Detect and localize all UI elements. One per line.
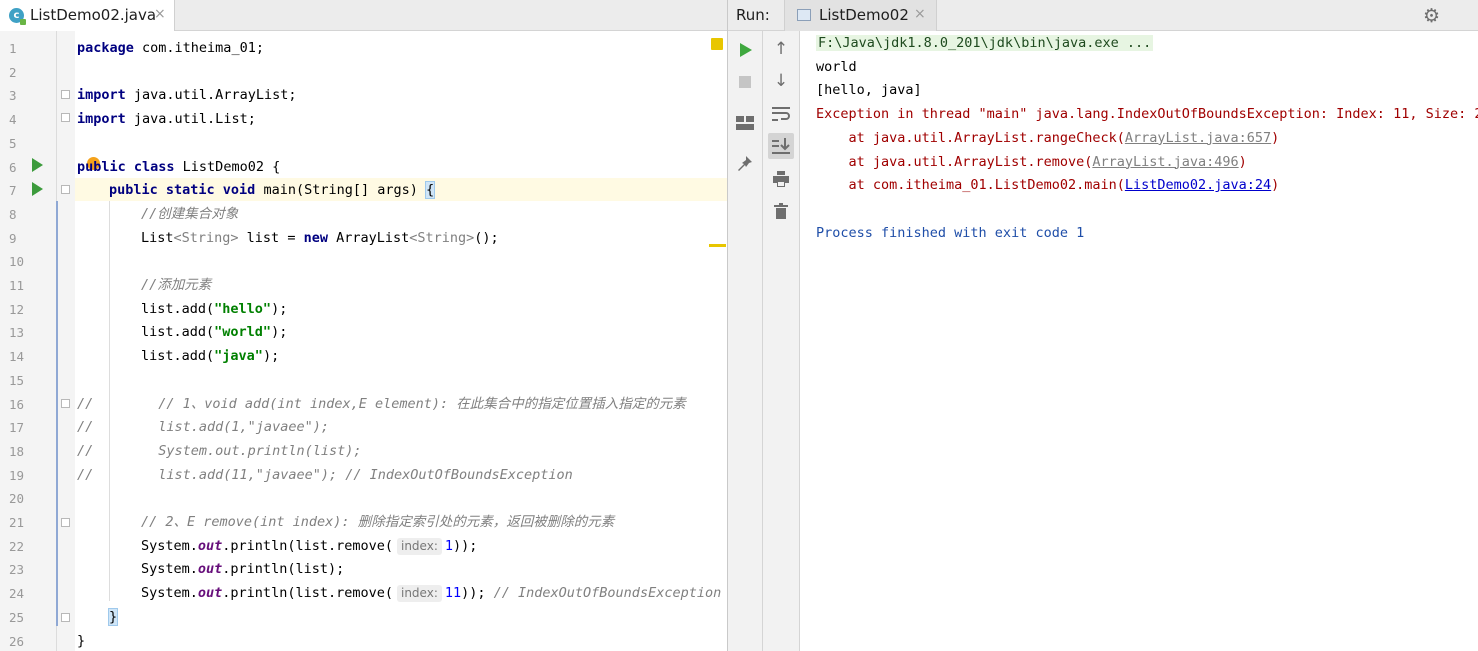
- code-line: package com.itheima_01;: [77, 40, 264, 56]
- close-icon[interactable]: ×: [154, 6, 166, 22]
- parameter-hint: index:: [396, 585, 442, 603]
- gear-icon[interactable]: ⚙: [1423, 5, 1440, 27]
- code-line: import java.util.ArrayList;: [77, 87, 297, 104]
- console-command: F:\Java\jdk1.8.0_201\jdk\bin\java.exe ..…: [816, 35, 1154, 51]
- line-number: 1: [9, 41, 17, 56]
- line-number: 25: [9, 609, 25, 625]
- java-class-icon: c: [9, 8, 26, 25]
- console-line: world: [816, 58, 857, 75]
- scroll-to-end-icon[interactable]: [768, 133, 794, 159]
- run-label: Run:: [736, 6, 770, 24]
- stop-icon[interactable]: [739, 76, 751, 88]
- code-line: list.add("java");: [141, 348, 280, 365]
- up-arrow-icon[interactable]: ↑: [768, 36, 794, 62]
- run-tab-listdemo02[interactable]: ListDemo02 ×: [784, 0, 937, 31]
- code-comment: // list.add(1,"javaee");: [77, 419, 329, 436]
- code-comment: // // 1、void add(int index,E element): 在…: [77, 395, 686, 412]
- line-number: 15: [9, 372, 25, 388]
- stack-trace-line: at java.util.ArrayList.remove(ArrayList.…: [816, 153, 1247, 170]
- line-number: 21: [9, 515, 25, 530]
- code-editor[interactable]: 1 2 3 4 5 6 7 8 9 10 11 12 13 14 15 16 1…: [0, 31, 727, 651]
- console-line: [hello, java]: [816, 82, 922, 99]
- parameter-hint: index:: [396, 537, 442, 555]
- line-number: 18: [9, 443, 25, 459]
- line-number: 24: [9, 586, 25, 602]
- fold-icon[interactable]: [61, 185, 70, 194]
- run-main-icon[interactable]: [32, 182, 43, 196]
- console-icon: [797, 9, 811, 21]
- line-number: 10: [9, 254, 25, 270]
- matched-brace: {: [424, 181, 436, 200]
- soft-wrap-icon[interactable]: [768, 101, 794, 127]
- layout-icon[interactable]: [732, 110, 758, 136]
- line-number: 8: [9, 206, 17, 222]
- run-toolbar-primary: [728, 31, 763, 651]
- close-icon[interactable]: ×: [914, 6, 926, 22]
- editor-tab-bar: c ListDemo02.java ×: [0, 0, 727, 31]
- matched-brace: }: [107, 607, 119, 626]
- line-number: 16: [9, 396, 25, 412]
- stack-trace-line: at java.util.ArrayList.rangeCheck(ArrayL…: [816, 129, 1280, 146]
- line-number: 2: [9, 64, 17, 80]
- run-tab-label: ListDemo02: [819, 6, 909, 24]
- code-line: }: [107, 606, 119, 630]
- code-line: System.out.println(list.remove(index: 1))…: [141, 537, 478, 555]
- run-class-icon[interactable]: [32, 158, 43, 172]
- line-number: 17: [9, 420, 25, 436]
- stack-trace-link[interactable]: ArrayList.java:657: [1125, 130, 1271, 146]
- code-line: List<String> list = new ArrayList<String…: [141, 229, 499, 246]
- line-number: 3: [9, 88, 17, 104]
- fold-icon[interactable]: [61, 613, 70, 622]
- line-number: 4: [9, 112, 17, 128]
- down-arrow-icon[interactable]: ↓: [768, 68, 794, 94]
- inspection-status-icon[interactable]: [711, 38, 723, 50]
- fold-icon[interactable]: [61, 90, 70, 99]
- fold-icon[interactable]: [61, 113, 70, 122]
- file-tab-listdemo02[interactable]: c ListDemo02.java ×: [0, 0, 175, 31]
- line-number: 9: [9, 230, 17, 246]
- line-number: 22: [9, 538, 25, 554]
- code-line: System.out.println(list.remove(index: 11)…: [141, 585, 722, 603]
- trash-icon[interactable]: [768, 198, 794, 224]
- line-number: 20: [9, 491, 25, 507]
- stack-trace-link[interactable]: ArrayList.java:496: [1092, 154, 1238, 170]
- line-number: 11: [9, 278, 25, 293]
- editor-pane: c ListDemo02.java × 1 2 3 4 5 6 7 8 9 10…: [0, 0, 727, 651]
- line-number: 26: [9, 633, 25, 649]
- stack-trace-link[interactable]: ListDemo02.java:24: [1125, 177, 1271, 193]
- run-panel: Run: ListDemo02 × ⚙ ↑ ↓ F:\Java\jdk1.8.0…: [728, 0, 1478, 651]
- code-line: public static void main(String[] args) {: [109, 181, 436, 200]
- code-line: list.add("world");: [141, 324, 288, 341]
- console-output[interactable]: F:\Java\jdk1.8.0_201\jdk\bin\java.exe ..…: [816, 31, 1478, 651]
- code-line: public class ListDemo02 {: [77, 158, 281, 175]
- code-comment: //创建集合对象: [141, 205, 239, 222]
- rerun-icon[interactable]: [740, 43, 752, 57]
- code-line: System.out.println(list);: [141, 561, 345, 578]
- code-comment: //添加元素: [141, 277, 212, 293]
- code-comment: // 2、E remove(int index): 删除指定索引处的元素，返回被…: [141, 514, 615, 530]
- method-scope-line: [56, 201, 58, 626]
- stack-trace-line: at com.itheima_01.ListDemo02.main(ListDe…: [816, 177, 1280, 194]
- file-tab-label: ListDemo02.java: [30, 6, 157, 24]
- run-toolbar-secondary: ↑ ↓: [763, 31, 800, 651]
- code-line: import java.util.List;: [77, 111, 256, 128]
- line-number: 19: [9, 467, 25, 483]
- code-comment: // System.out.println(list);: [77, 442, 362, 459]
- warning-stripe[interactable]: [709, 244, 726, 247]
- fold-icon[interactable]: [61, 399, 70, 408]
- print-icon[interactable]: [768, 166, 794, 192]
- pin-icon[interactable]: [732, 151, 758, 177]
- code-comment: // list.add(11,"javaee"); // IndexOutOfB…: [77, 466, 573, 483]
- console-exception: Exception in thread "main" java.lang.Ind…: [816, 106, 1478, 123]
- line-number: 14: [9, 349, 25, 365]
- line-number: 13: [9, 325, 25, 341]
- line-number: 23: [9, 562, 25, 578]
- code-line: list.add("hello");: [141, 300, 288, 317]
- run-tool-header: Run: ListDemo02 × ⚙: [728, 0, 1478, 31]
- process-finished-message: Process finished with exit code 1: [816, 224, 1085, 241]
- code-line: }: [77, 632, 86, 649]
- line-number: 12: [9, 301, 25, 317]
- line-number: 5: [9, 135, 17, 151]
- fold-icon[interactable]: [61, 518, 70, 527]
